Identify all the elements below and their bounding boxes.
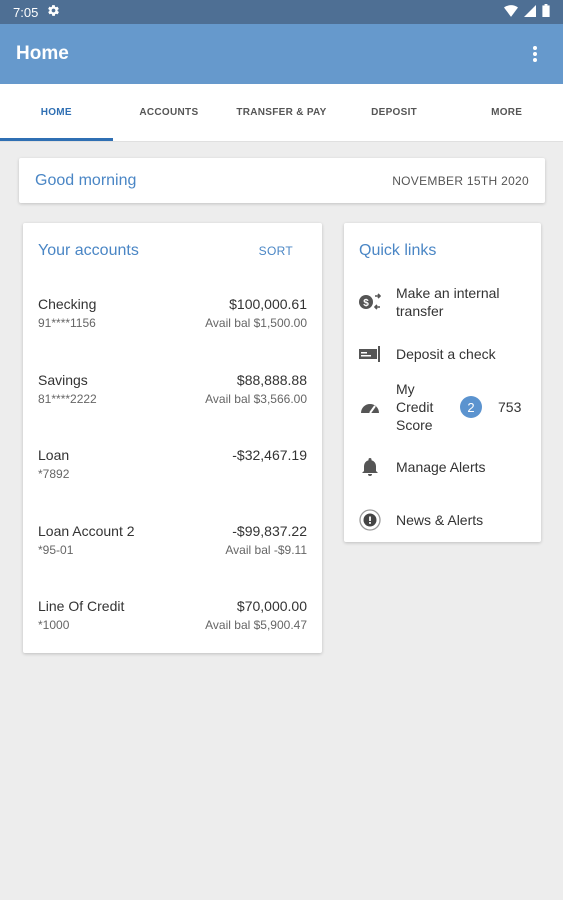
quick-link-deposit-check[interactable]: Deposit a check	[344, 332, 541, 376]
account-available-balance: Avail bal $3,566.00	[205, 391, 307, 406]
account-number: 91****1156	[38, 316, 96, 330]
account-available-balance: Avail bal $5,900.47	[205, 618, 307, 632]
quick-link-credit-score[interactable]: My Credit Score 2 753	[344, 376, 541, 438]
page-title: Home	[16, 43, 69, 64]
gear-icon	[47, 4, 60, 20]
credit-score-value: 753	[498, 399, 522, 415]
tab-deposit[interactable]: DEPOSIT	[338, 84, 451, 141]
tab-home[interactable]: HOME	[0, 84, 113, 141]
account-balance: $100,000.61	[229, 296, 307, 312]
account-number: 81****2222	[38, 391, 97, 406]
quick-links-title: Quick links	[359, 242, 437, 259]
sort-button[interactable]: SORT	[259, 244, 293, 258]
account-row-checking[interactable]: Checking 91****1156 $100,000.61 Avail ba…	[23, 279, 322, 355]
quick-link-label: Manage Alerts	[396, 459, 486, 475]
account-available-balance: Avail bal $1,500.00	[205, 316, 307, 330]
app-bar: Home	[0, 24, 563, 84]
tab-more[interactable]: MORE	[450, 84, 563, 141]
tab-transfer-pay[interactable]: TRANSFER & PAY	[225, 84, 338, 141]
accounts-header: Your accounts SORT	[23, 223, 322, 279]
info-icon	[358, 508, 382, 532]
check-deposit-icon	[358, 342, 382, 366]
account-balance: -$99,837.22	[232, 522, 307, 539]
status-time: 7:05	[13, 4, 39, 20]
account-number: *1000	[38, 618, 70, 632]
transfer-icon: $	[358, 290, 382, 314]
quick-link-label: Make an internal transfer	[396, 284, 500, 319]
account-available-balance: Avail bal -$9.11	[225, 542, 307, 557]
accounts-title: Your accounts	[38, 242, 139, 259]
credit-score-badge: 2	[460, 396, 482, 418]
account-balance: $70,000.00	[236, 598, 307, 614]
account-name: Loan Account 2	[38, 522, 135, 539]
tab-bar: HOME ACCOUNTS TRANSFER & PAY DEPOSIT MOR…	[0, 84, 563, 142]
speedometer-icon	[358, 395, 382, 419]
account-balance: -$32,467.19	[232, 447, 307, 463]
status-bar: 7:05	[0, 0, 563, 24]
bell-icon	[358, 455, 382, 479]
quick-link-manage-alerts[interactable]: Manage Alerts	[344, 444, 541, 490]
battery-icon	[542, 4, 550, 20]
quick-links-card: Quick links $ Make an internal transfer …	[344, 223, 541, 542]
quick-links-header: Quick links	[344, 223, 541, 279]
account-name: Savings	[38, 371, 88, 388]
account-number: *95-01	[38, 542, 74, 557]
account-name: Line Of Credit	[38, 598, 125, 614]
account-number: *7892	[38, 467, 70, 481]
account-row-savings[interactable]: Savings 81****2222 $88,888.88 Avail bal …	[23, 355, 322, 431]
tab-accounts[interactable]: ACCOUNTS	[113, 84, 226, 141]
svg-text:$: $	[363, 298, 369, 309]
wifi-icon	[504, 4, 518, 20]
quick-link-label: Deposit a check	[396, 346, 496, 362]
greeting-date: NOVEMBER 15TH 2020	[392, 173, 529, 188]
account-balance: $88,888.88	[236, 371, 307, 388]
quick-link-label: News & Alerts	[396, 512, 484, 528]
more-vertical-icon[interactable]	[523, 42, 547, 66]
account-row-loan[interactable]: Loan *7892 -$32,467.19	[23, 430, 322, 506]
account-row-line-of-credit[interactable]: Line Of Credit *1000 $70,000.00 Avail ba…	[23, 581, 322, 657]
quick-link-internal-transfer[interactable]: $ Make an internal transfer	[344, 279, 541, 324]
account-row-loan-account-2[interactable]: Loan Account 2 *95-01 -$99,837.22 Avail …	[23, 506, 322, 582]
greeting-card: Good morning NOVEMBER 15TH 2020	[19, 158, 545, 203]
account-name: Loan	[38, 447, 70, 463]
greeting-text: Good morning	[35, 171, 137, 189]
quick-link-news-alerts[interactable]: News & Alerts	[344, 497, 541, 543]
quick-link-label: My Credit Score	[396, 381, 434, 433]
account-name: Checking	[38, 296, 97, 312]
accounts-card: Your accounts SORT Checking 91****1156 $…	[23, 223, 322, 653]
signal-icon	[524, 4, 536, 20]
